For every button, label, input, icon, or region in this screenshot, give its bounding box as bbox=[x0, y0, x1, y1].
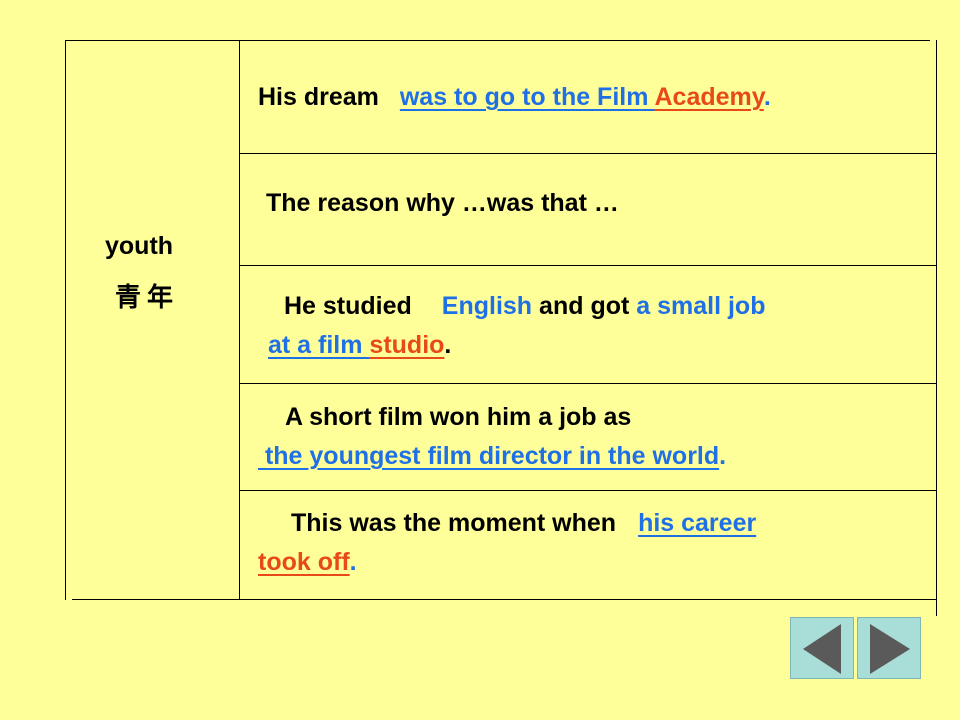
row-1-prefix: His dream bbox=[258, 83, 379, 111]
table-bottom-border bbox=[72, 599, 937, 600]
next-slide-button[interactable] bbox=[857, 617, 921, 679]
table-left-border bbox=[65, 40, 66, 600]
row-5-suffix: . bbox=[349, 548, 357, 576]
row-1-answer-blue: was to go to the Film bbox=[399, 83, 655, 111]
row-1-answer-red: Academy bbox=[654, 83, 764, 111]
table-right-border bbox=[936, 40, 937, 616]
row-divider bbox=[240, 265, 937, 266]
triangle-right-icon bbox=[870, 624, 910, 674]
row-3-line-2-blue: at a film bbox=[268, 331, 370, 359]
row-5-line-2: took off. bbox=[258, 547, 357, 577]
previous-slide-button[interactable] bbox=[790, 617, 854, 679]
row-3-line-2: at a film studio. bbox=[268, 330, 451, 360]
row-4-line-1: A short film won him a job as bbox=[285, 403, 632, 431]
row-divider bbox=[240, 153, 937, 154]
row-3-blue-2: a small job bbox=[636, 292, 766, 320]
table-column-divider bbox=[239, 40, 240, 600]
row-5-text: This was the moment when bbox=[291, 509, 617, 537]
table-top-border bbox=[66, 40, 930, 41]
row-5-line-2-red: took off bbox=[258, 548, 350, 576]
row-divider bbox=[240, 490, 937, 491]
row-1-suffix: . bbox=[763, 83, 771, 111]
triangle-left-icon bbox=[803, 624, 841, 674]
row-4-suffix: . bbox=[719, 442, 727, 470]
left-cell-title: youth bbox=[105, 232, 174, 260]
row-3-suffix: . bbox=[444, 331, 452, 359]
row-1-line-1: His dream was to go to the Film Academy. bbox=[258, 82, 771, 112]
row-3-blue-1: English bbox=[441, 292, 533, 320]
row-3-line-1: He studied English and got a small job bbox=[284, 291, 765, 321]
row-3-mid: and got bbox=[539, 292, 630, 320]
row-2-text: The reason why …was that … bbox=[266, 189, 619, 217]
left-cell-subtitle: 青年 bbox=[115, 283, 180, 313]
row-4-line-2-blue: the youngest film director in the world bbox=[258, 442, 720, 470]
row-5-line-1: This was the moment when his career bbox=[291, 508, 756, 538]
row-4-line-2: the youngest film director in the world. bbox=[258, 441, 726, 471]
row-divider bbox=[240, 383, 937, 384]
row-5-blue: his career bbox=[638, 509, 757, 537]
row-3-line-2-red: studio bbox=[369, 331, 445, 359]
row-3-prefix: He studied bbox=[284, 292, 412, 320]
